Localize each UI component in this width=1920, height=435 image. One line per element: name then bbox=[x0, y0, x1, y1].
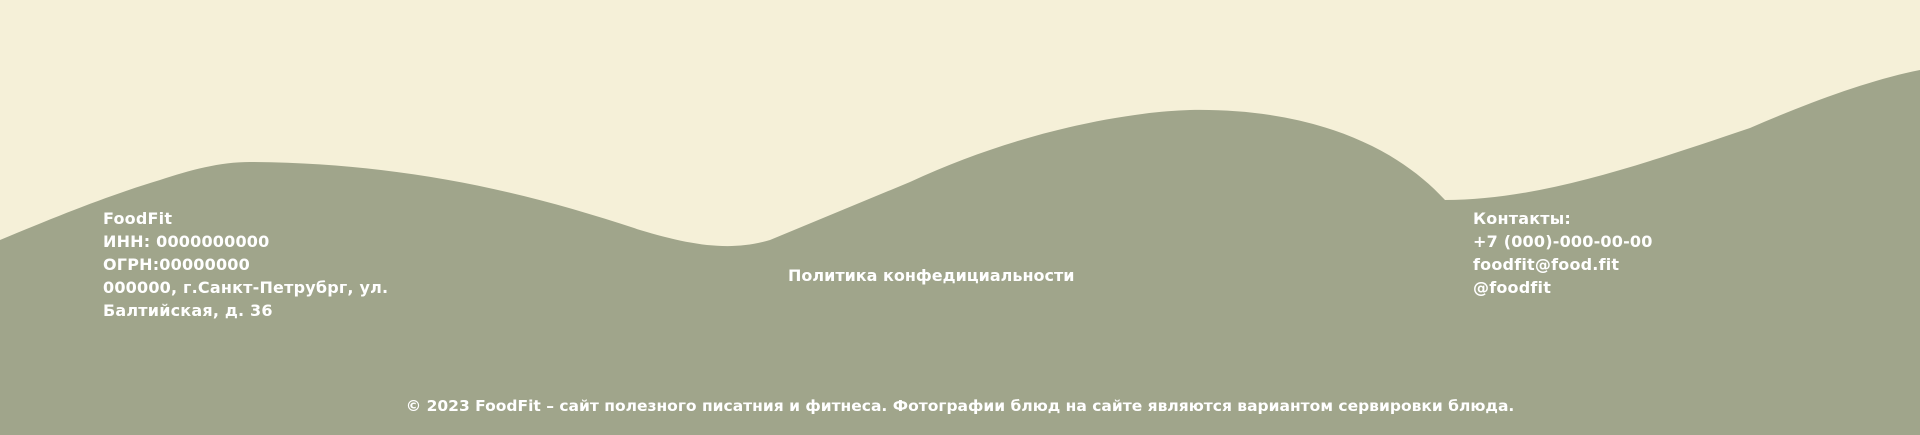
copyright-text: © 2023 FoodFit – сайт полезного писатния… bbox=[405, 397, 1515, 415]
contact-email-link[interactable]: foodfit@food.fit bbox=[1473, 253, 1653, 276]
contact-social-link[interactable]: @foodfit bbox=[1473, 276, 1653, 299]
company-inn: ИНН: 0000000000 bbox=[103, 232, 270, 251]
contact-phone-link[interactable]: +7 (000)-000-00-00 bbox=[1473, 230, 1653, 253]
company-address-line1: 000000, г.Санкт-Петрубрг, ул. bbox=[103, 278, 389, 297]
contacts-info: Контакты: +7 (000)-000-00-00 foodfit@foo… bbox=[1473, 207, 1653, 299]
company-info: FoodFit ИНН: 0000000000 ОГРН:00000000 00… bbox=[103, 207, 388, 322]
company-ogrn: ОГРН:00000000 bbox=[103, 255, 250, 274]
privacy-policy-link[interactable]: Политика конфедициальности bbox=[788, 266, 1075, 285]
company-address-line2: Балтийская, д. 36 bbox=[103, 301, 273, 320]
contacts-title: Контакты: bbox=[1473, 209, 1571, 228]
site-footer: FoodFit ИНН: 0000000000 ОГРН:00000000 00… bbox=[0, 0, 1920, 435]
company-name: FoodFit bbox=[103, 209, 173, 228]
